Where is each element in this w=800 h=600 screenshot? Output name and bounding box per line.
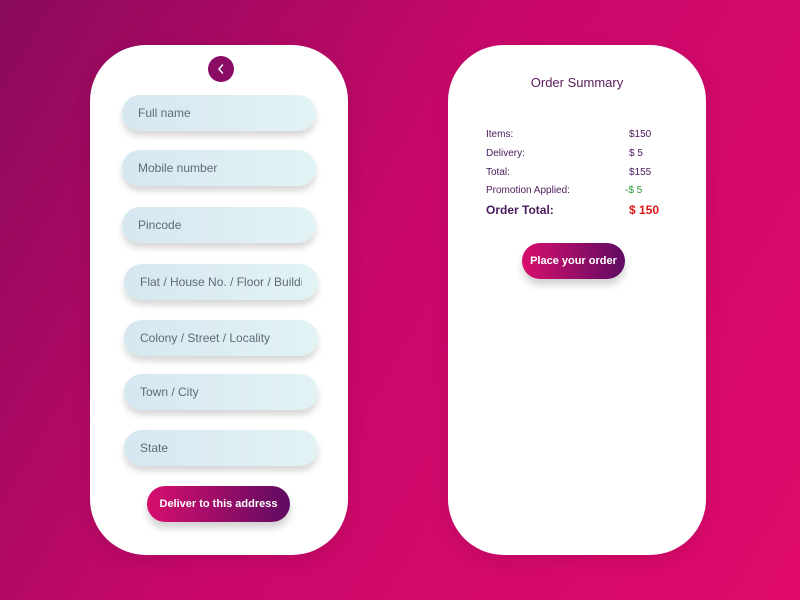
mobile-number-input[interactable] [122,150,316,186]
state-input[interactable] [124,430,318,466]
items-label: Items: [486,129,514,140]
deliver-to-address-button[interactable]: Deliver to this address [147,486,290,522]
promotion-value: -$ 5 [625,185,643,196]
full-name-input[interactable] [122,95,316,131]
flat-building-input[interactable] [124,264,318,300]
back-button[interactable] [208,56,234,82]
town-city-input[interactable] [124,374,318,410]
delivery-value: $ 5 [629,148,643,159]
order-summary-card: Order Summary Items: $150 Delivery: $ 5 … [448,45,706,555]
total-label: Total: [486,167,510,178]
pincode-input[interactable] [122,207,316,243]
address-card: Deliver to this address [90,45,348,555]
street-locality-input[interactable] [124,320,318,356]
items-value: $150 [629,129,652,140]
order-total-label: Order Total: [486,203,554,217]
chevron-left-icon [218,64,224,74]
order-summary-title: Order Summary [530,75,624,90]
total-value: $155 [629,167,652,178]
order-total-value: $ 150 [629,203,660,217]
delivery-label: Delivery: [486,148,525,159]
place-order-button[interactable]: Place your order [522,243,625,279]
promotion-label: Promotion Applied: [486,185,570,196]
